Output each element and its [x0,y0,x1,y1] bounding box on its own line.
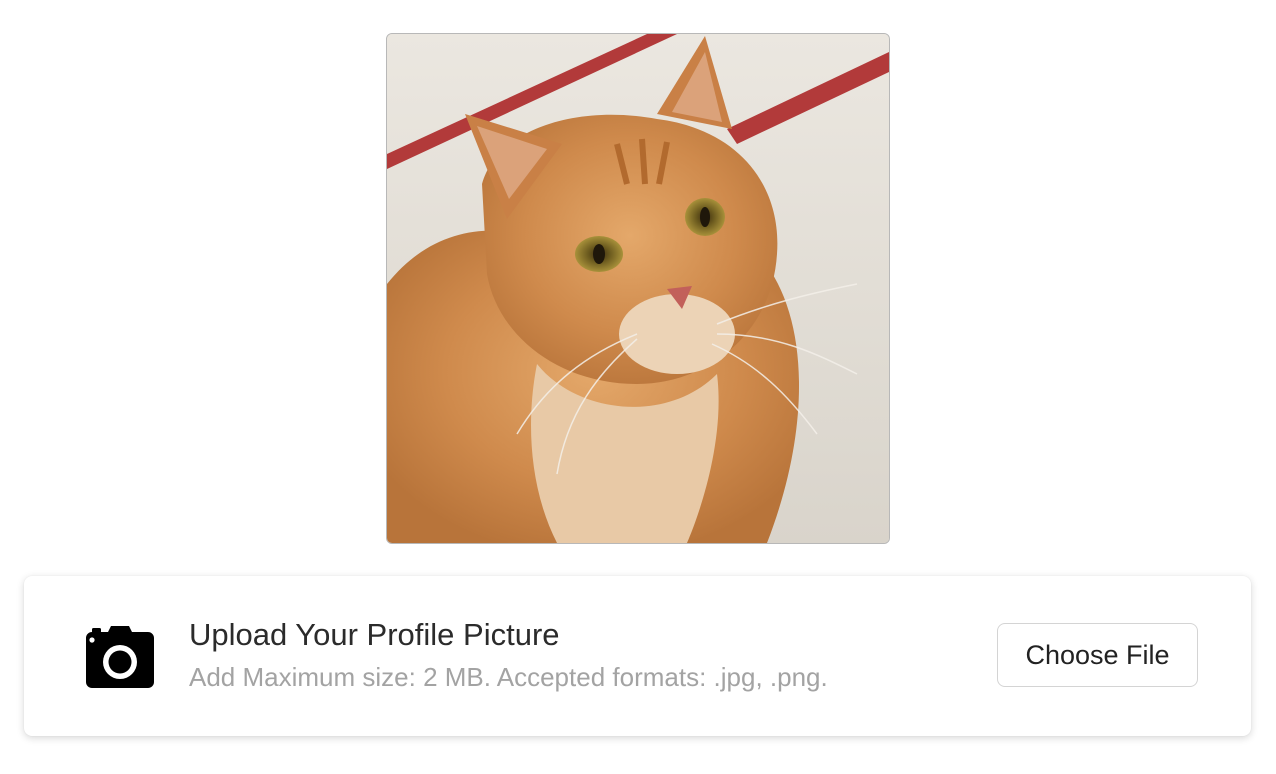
choose-file-button[interactable]: Choose File [997,623,1198,687]
upload-hint: Add Maximum size: 2 MB. Accepted formats… [189,662,828,692]
upload-page: Upload Your Profile Picture Add Maximum … [0,0,1276,774]
camera-icon [86,626,154,688]
upload-card: Upload Your Profile Picture Add Maximum … [24,576,1251,736]
upload-title: Upload Your Profile Picture [189,617,560,652]
upload-text-group: Upload Your Profile Picture Add Maximum … [189,616,828,694]
profile-picture-preview [386,33,890,544]
cat-photo [387,34,889,543]
